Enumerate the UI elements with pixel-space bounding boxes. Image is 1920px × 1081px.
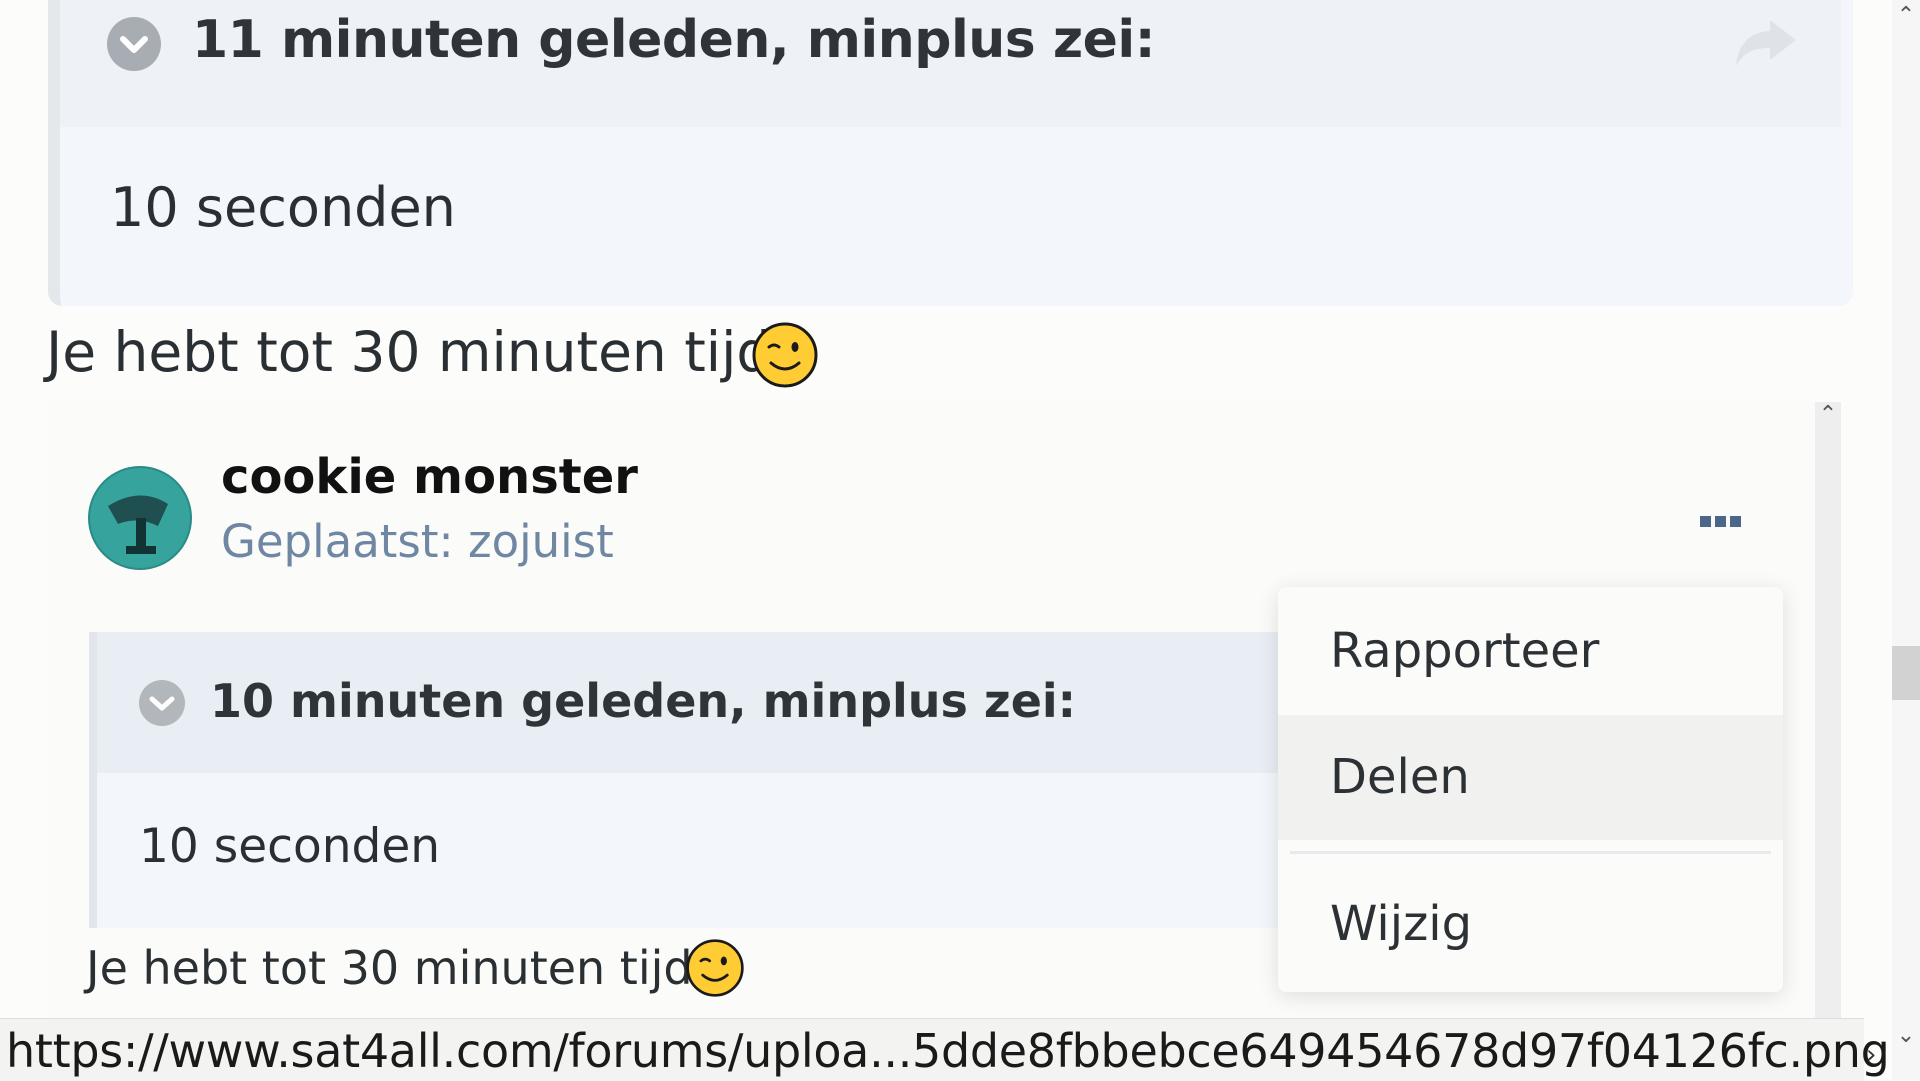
chevron-up-icon[interactable]: ⌃: [1892, 2, 1920, 30]
menu-caret: [1721, 572, 1757, 588]
quote-body: 10 seconden: [110, 176, 456, 239]
chevron-down-icon[interactable]: [107, 17, 161, 71]
menu-item-rapporteer[interactable]: Rapporteer: [1278, 587, 1783, 715]
status-url: https://www.sat4all.com/forums/uploa...5…: [6, 1024, 1890, 1078]
chevron-down-icon[interactable]: [139, 680, 185, 726]
quote-title: 10 minuten geleden, minplus zei:: [210, 674, 1077, 728]
post-text: Je hebt tot 30 minuten tijd: [86, 941, 693, 995]
menu-divider: [1290, 851, 1771, 854]
scrollbar-thumb[interactable]: [1892, 646, 1920, 700]
ellipsis-icon[interactable]: [1698, 513, 1744, 529]
avatar[interactable]: [88, 466, 192, 570]
chevron-right-icon: ›: [1866, 1040, 1877, 1070]
page-scrollbar[interactable]: [1892, 0, 1920, 1080]
menu-item-wijzig[interactable]: Wijzig: [1278, 857, 1783, 992]
post-timestamp[interactable]: Geplaatst: zojuist: [221, 515, 614, 568]
menu-item-delen[interactable]: Delen: [1278, 715, 1783, 840]
share-arrow-icon[interactable]: [1730, 12, 1800, 72]
wink-emoji-icon: [751, 321, 819, 389]
chevron-down-icon[interactable]: ⌄: [1892, 1022, 1920, 1050]
quote-body: 10 seconden: [139, 819, 441, 874]
post-options-menu: Rapporteer Delen Wijzig: [1278, 587, 1783, 992]
chevron-up-icon[interactable]: ⌃: [1815, 404, 1841, 426]
wink-emoji-icon: [685, 938, 745, 998]
author-name[interactable]: cookie monster: [221, 449, 638, 505]
inner-scrollbar[interactable]: [1815, 402, 1841, 1020]
quote-title: 11 minuten geleden, minplus zei:: [192, 10, 1156, 70]
post-text: Je hebt tot 30 minuten tijd: [46, 320, 772, 384]
